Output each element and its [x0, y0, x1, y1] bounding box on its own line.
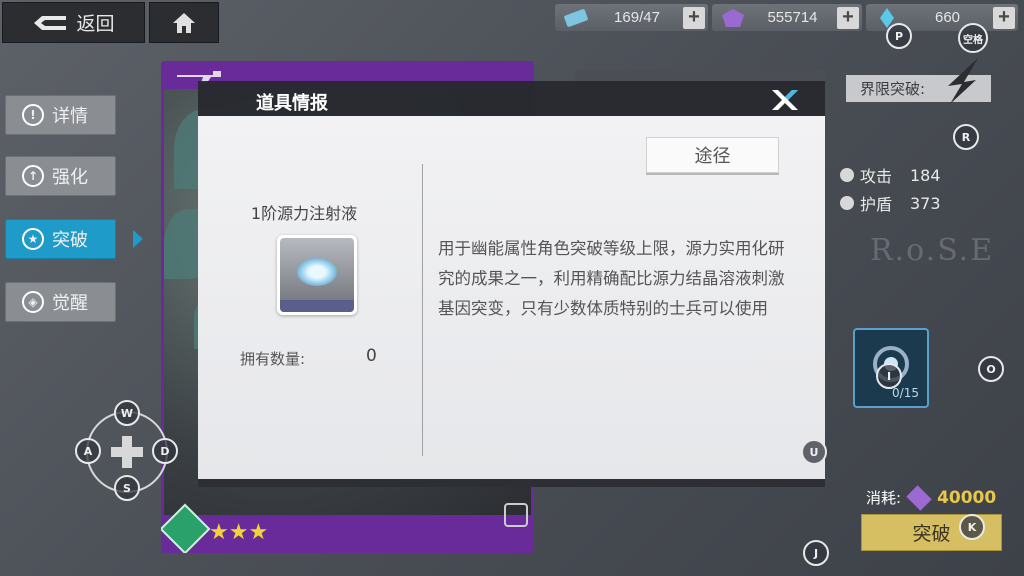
dpad-cross-icon — [111, 436, 143, 468]
tab-breakthrough[interactable]: ★ 突破 — [5, 219, 116, 259]
back-label: 返回 — [76, 13, 115, 35]
item-name: 1阶源力注射液 — [250, 204, 358, 223]
tab-breakthrough-label: 突破 — [52, 230, 88, 251]
tab-enhance-label: 强化 — [52, 167, 88, 188]
divider — [422, 164, 423, 456]
owned-quantity-label: 拥有数量: — [240, 350, 306, 368]
source-path-label: 途径 — [694, 146, 731, 167]
rose-emblem: R.o.S.E — [870, 233, 995, 268]
shield-icon — [840, 196, 854, 210]
resource-gem: 555714 + — [712, 4, 862, 31]
attack-value: 184 — [910, 165, 941, 185]
dialog-title: 道具情报 — [256, 93, 328, 114]
cost-row: 消耗: 40000 — [866, 484, 997, 511]
home-button[interactable] — [149, 2, 219, 43]
home-icon — [173, 12, 195, 33]
purple-gem-icon — [722, 8, 744, 27]
gem-value: 555714 — [767, 9, 818, 26]
key-hint-u: U — [801, 439, 827, 465]
tab-awaken[interactable]: ◈ 觉醒 — [5, 282, 116, 322]
item-icon-frame — [277, 235, 357, 315]
close-icon[interactable] — [769, 87, 799, 113]
breakthrough-label: 突破 — [912, 523, 951, 545]
key-hint-r: R — [953, 124, 979, 150]
limit-break-label: 界限突破: — [860, 80, 926, 98]
key-hint-w: W — [114, 400, 140, 426]
item-description: 用于幽能属性角色突破等级上限，源力实用化研究的成果之一，利用精确配比源力结晶溶液… — [438, 239, 785, 318]
key-hint-a: A — [75, 438, 101, 464]
key-hint-space: 空格 — [958, 23, 988, 53]
star-rating: ★★★ — [209, 520, 269, 545]
add-gem-button[interactable]: + — [837, 6, 859, 29]
item-info-dialog: 途径 1阶源力注射液 拥有数量: 0 用于幽能属性角色突破等级上限，源力实用化研… — [198, 116, 825, 487]
key-hint-d: D — [152, 438, 178, 464]
tab-details-label: 详情 — [52, 106, 88, 127]
key-hint-j: J — [803, 540, 829, 566]
owned-quantity-value: 0 — [366, 346, 377, 366]
back-arrow-icon — [34, 15, 67, 30]
lock-icon[interactable] — [504, 503, 528, 527]
awaken-icon: ◈ — [22, 291, 44, 313]
resource-stamina: 169/47 + — [555, 4, 708, 31]
cost-label: 消耗: — [866, 489, 902, 507]
tab-enhance[interactable]: ↑ 强化 — [5, 156, 116, 196]
active-tab-arrow — [133, 230, 143, 248]
add-crystal-button[interactable]: + — [993, 6, 1015, 29]
purple-gem-icon — [906, 484, 932, 511]
tab-details[interactable]: ! 详情 — [5, 95, 116, 135]
key-hint-s: S — [114, 475, 140, 501]
stamina-ticket-icon — [564, 8, 588, 27]
injection-item-icon — [280, 238, 354, 312]
key-hint-k: K — [959, 514, 985, 540]
key-hint-p: P — [886, 23, 912, 49]
key-hint-o: O — [978, 356, 1004, 382]
attack-icon — [840, 168, 854, 182]
cost-value: 40000 — [937, 487, 997, 508]
limit-break-emblem-icon — [948, 58, 978, 104]
add-stamina-button[interactable]: + — [683, 6, 705, 29]
shield-value: 373 — [910, 193, 941, 213]
source-path-button[interactable]: 途径 — [646, 137, 779, 173]
star-icon: ★ — [22, 228, 44, 250]
material-count: 0/15 — [892, 386, 919, 400]
stamina-value: 169/47 — [614, 9, 660, 26]
stat-shield: 护盾 373 — [840, 191, 941, 215]
exclamation-icon: ! — [22, 104, 44, 126]
upgrade-icon: ↑ — [22, 165, 44, 187]
back-button[interactable]: 返回 — [2, 2, 145, 43]
key-hint-i: I — [876, 363, 902, 389]
tab-awaken-label: 觉醒 — [52, 293, 88, 314]
stat-attack: 攻击 184 — [840, 163, 941, 187]
dialog-header: 道具情报 — [198, 81, 825, 118]
